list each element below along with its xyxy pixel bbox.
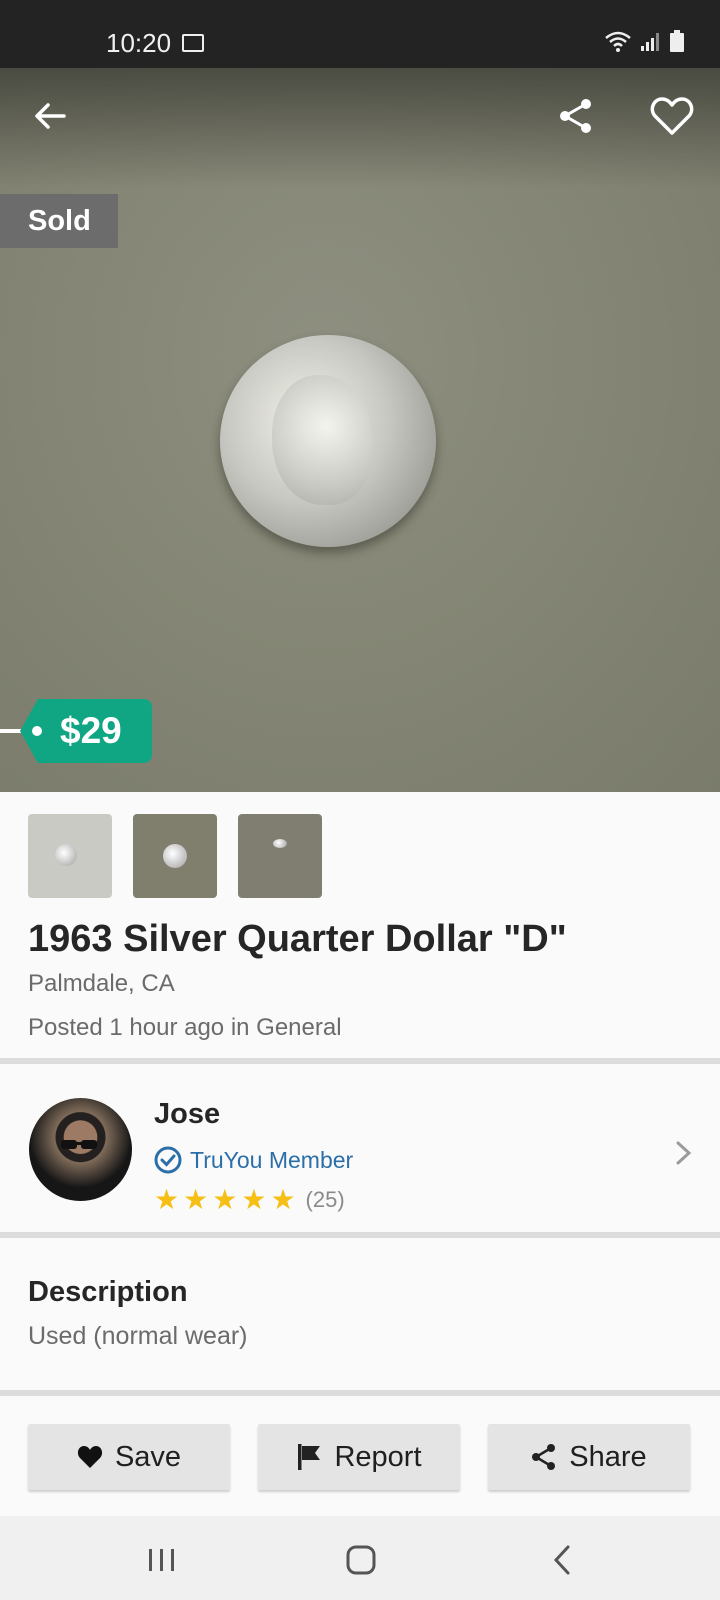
listing-title: 1963 Silver Quarter Dollar "D" [28, 918, 567, 960]
heart-filled-icon [77, 1446, 103, 1468]
check-circle-icon [154, 1146, 182, 1174]
price-value: $29 [60, 710, 122, 751]
save-button[interactable]: Save [28, 1424, 230, 1490]
thumbnail-coin [163, 844, 187, 868]
share-icon [532, 1444, 556, 1470]
share-icon[interactable] [556, 96, 596, 136]
avatar-sunglasses [61, 1140, 97, 1149]
thumbnail-2[interactable] [133, 814, 217, 898]
seller-rating: ★ ★ ★ ★ ★ (25) [154, 1186, 345, 1214]
share-button[interactable]: Share [488, 1424, 690, 1490]
status-icons [604, 30, 684, 52]
save-label: Save [114, 1440, 182, 1473]
divider [0, 1390, 720, 1396]
report-button[interactable]: Report [258, 1424, 460, 1490]
listing-location: Palmdale, CA [28, 970, 175, 997]
wifi-icon [605, 31, 631, 52]
share-label: Share [569, 1440, 647, 1473]
action-buttons: Save Report Share [28, 1424, 690, 1490]
arrow-left-icon[interactable] [30, 96, 70, 136]
status-bar: 10:20 [0, 0, 720, 68]
rating-count: (25) [305, 1187, 345, 1212]
flag-icon [298, 1444, 321, 1470]
star-icon: ★ [212, 1184, 238, 1215]
status-time: 10:20 [106, 28, 172, 58]
star-icon: ★ [183, 1184, 209, 1215]
report-label: Report [334, 1440, 422, 1473]
sold-badge: Sold [0, 194, 118, 248]
thumbnail-1[interactable] [28, 814, 112, 898]
listing-photo[interactable] [0, 68, 720, 792]
thumbnail-coin [55, 844, 77, 866]
truyou-label: TruYou Member [190, 1146, 354, 1173]
battery-icon [670, 30, 684, 52]
thumbnail-coin [273, 839, 287, 848]
avatar[interactable] [29, 1098, 132, 1201]
photo-top-shade [0, 68, 720, 188]
sold-label: Sold [28, 204, 91, 237]
star-icon: ★ [241, 1184, 267, 1215]
coin-portrait [272, 375, 372, 505]
listing-posted: Posted 1 hour ago in General [28, 1014, 342, 1041]
description-heading: Description [28, 1276, 188, 1308]
price-tag-hole [32, 726, 42, 736]
star-icon: ★ [154, 1184, 180, 1215]
truyou-badge: TruYou Member [154, 1146, 353, 1174]
chevron-right-icon[interactable] [672, 1140, 696, 1166]
system-nav-bar [0, 1516, 720, 1600]
star-icon: ★ [270, 1184, 296, 1215]
home-icon[interactable] [342, 1540, 382, 1580]
gallery-notification-icon [182, 34, 204, 52]
seller-name: Jose [154, 1098, 221, 1130]
description-text: Used (normal wear) [28, 1322, 248, 1350]
heart-outline-icon[interactable] [650, 96, 694, 136]
thumbnail-strip [28, 814, 322, 898]
seller-card[interactable]: Jose TruYou Member ★ ★ ★ ★ ★ (25) [0, 1064, 720, 1236]
thumbnail-3[interactable] [238, 814, 322, 898]
back-icon[interactable] [544, 1540, 584, 1580]
divider [0, 1232, 720, 1238]
coin-image [220, 335, 436, 547]
signal-icon [641, 33, 659, 51]
recent-apps-icon[interactable] [142, 1540, 182, 1580]
